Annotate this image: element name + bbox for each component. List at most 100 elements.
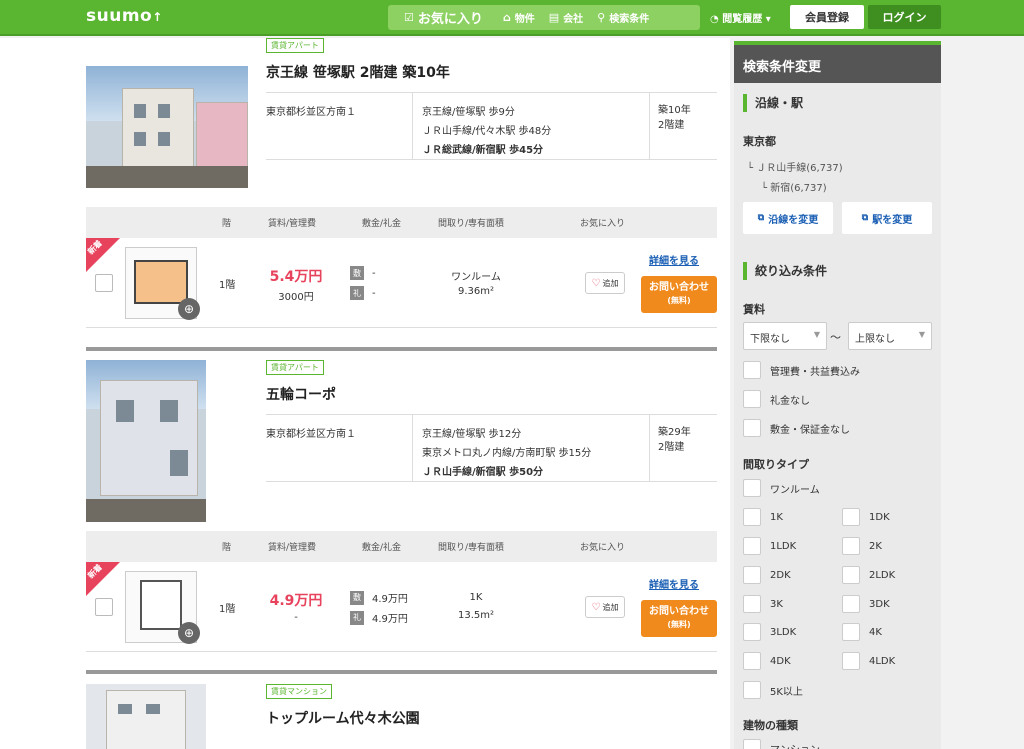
add-favorite-button[interactable]: ♡ 追加 xyxy=(585,596,625,618)
nav-favorites[interactable]: ☑ お気に入り xyxy=(404,8,483,27)
listing-divider xyxy=(86,347,717,351)
key-money: 礼- xyxy=(350,286,376,300)
view-details-link[interactable]: 詳細を見る xyxy=(649,576,699,591)
checkbox-layout-3dk[interactable]: 3DK xyxy=(842,595,890,613)
checkbox-layout-1dk[interactable]: 1DK xyxy=(842,508,890,526)
checkbox-layout-2dk[interactable]: 2DK xyxy=(743,566,791,584)
checkbox-layout-2k[interactable]: 2K xyxy=(842,537,882,555)
house-icon: ⌂ xyxy=(502,11,511,24)
checkbox-layout-4ldk[interactable]: 4LDK xyxy=(842,652,895,670)
register-button[interactable]: 会員登録 xyxy=(790,5,864,29)
prefecture-label: 東京都 xyxy=(743,135,776,148)
property-type-tag: 賃貸アパート xyxy=(266,38,324,53)
room-area: 13.5m² xyxy=(457,610,494,621)
rent-label: 賃料 xyxy=(743,303,765,316)
rent-min-select[interactable]: 下限なし ▼ xyxy=(743,322,827,350)
key-money: 礼 4.9万円 xyxy=(350,610,408,625)
room-floor: 1階 xyxy=(219,280,236,291)
listing-column: 賃貸アパート 京王線 笹塚駅 2階建 築10年 東京都杉並区方南１ 京王線/笹塚… xyxy=(0,38,730,749)
checkbox-layout-4dk[interactable]: 4DK xyxy=(743,652,791,670)
sidebar-heading: 検索条件変更 xyxy=(734,41,941,83)
room-checkbox[interactable] xyxy=(95,598,113,616)
add-favorite-button[interactable]: ♡ 追加 xyxy=(585,272,625,294)
room-row: 新着 ⊕ 1階 5.4万円 3000円 敷- 礼- ワンルーム 9.36m² ♡… xyxy=(86,238,717,328)
nav-companies[interactable]: ▤ 会社 xyxy=(549,10,583,25)
building-type-label: 建物の種類 xyxy=(743,719,798,732)
property-title[interactable]: トップルーム代々木公園 xyxy=(266,708,420,728)
checkbox-no-key-money[interactable]: 礼金なし xyxy=(743,390,810,408)
chevron-down-icon: ▼ xyxy=(918,330,925,339)
property-title[interactable]: 五輪コーポ xyxy=(266,384,336,404)
room-row: 新着 ⊕ 1階 4.9万円 - 敷 4.9万円 礼 4.9万円 1K 13.5m² … xyxy=(86,562,717,652)
building-age: 築29年 2階建 xyxy=(658,427,691,453)
rent-max-select[interactable]: 上限なし ▼ xyxy=(848,322,932,350)
room-checkbox[interactable] xyxy=(95,274,113,292)
property-info: 東京都杉並区方南１ 京王線/笹塚駅 歩12分 東京メトロ丸ノ内線/方南町駅 歩1… xyxy=(266,414,717,482)
search-icon: ⚲ xyxy=(597,11,606,24)
management-fee: - xyxy=(294,612,298,623)
favorite-list-icon: ☑ xyxy=(404,11,414,24)
nav-search-conditions[interactable]: ⚲ 検索条件 xyxy=(597,10,649,25)
external-link-icon: ⧉ xyxy=(757,213,765,223)
nav-properties[interactable]: ⌂ 物件 xyxy=(503,10,535,25)
inquiry-button[interactable]: お問い合わせ (無料) xyxy=(641,600,717,637)
section-line-station: 沿線・駅 xyxy=(743,94,803,112)
station-list: 京王線/笹塚駅 歩12分 東京メトロ丸ノ内線/方南町駅 歩15分 ＪＲ山手線/新… xyxy=(422,429,592,478)
clock-icon: ◔ xyxy=(710,14,719,25)
deposit: 敷- xyxy=(350,266,376,280)
section-filter: 絞り込み条件 xyxy=(743,262,827,280)
tree-station: └ 新宿(6,737) xyxy=(761,183,827,194)
property-photo[interactable] xyxy=(86,66,248,188)
property-address: 東京都杉並区方南１ xyxy=(266,429,356,440)
company-icon: ▤ xyxy=(548,11,560,24)
tree-line: └ ＪＲ山手線(6,737) xyxy=(747,163,843,174)
room-rent: 4.9万円 xyxy=(269,593,323,609)
external-link-icon: ⧉ xyxy=(861,213,869,223)
checkbox-layout-3ldk[interactable]: 3LDK xyxy=(743,623,796,641)
deposit: 敷 4.9万円 xyxy=(350,590,408,605)
change-line-button[interactable]: ⧉ 沿線を変更 xyxy=(743,202,833,234)
room-area: 9.36m² xyxy=(457,286,494,297)
logo-arrow-icon: ↑ xyxy=(152,10,163,24)
inquiry-button[interactable]: お問い合わせ (無料) xyxy=(641,276,717,313)
checkbox-layout-1k[interactable]: 1K xyxy=(743,508,783,526)
room-table-header: 階 賃料/管理費 敷金/礼金 間取り/専有面積 お気に入り xyxy=(86,531,717,562)
checkbox-layout-5k-plus[interactable]: 5K以上 xyxy=(743,681,803,699)
view-details-link[interactable]: 詳細を見る xyxy=(649,252,699,267)
tree-branch-icon: └ xyxy=(747,163,757,174)
property-type-tag: 賃貸マンション xyxy=(266,684,332,699)
property-type-tag: 賃貸アパート xyxy=(266,360,324,375)
room-layout: ワンルーム xyxy=(451,272,501,283)
suumo-logo[interactable]: suumo↑ xyxy=(86,6,163,26)
station-list: 京王線/笹塚駅 歩9分 ＪＲ山手線/代々木駅 歩48分 ＪＲ総武線/新宿駅 歩4… xyxy=(422,107,552,156)
zoom-icon[interactable]: ⊕ xyxy=(178,622,200,644)
main-nav: ☑ お気に入り ⌂ 物件 ▤ 会社 ⚲ 検索条件 xyxy=(388,5,700,30)
checkbox-layout-1ldk[interactable]: 1LDK xyxy=(743,537,796,555)
checkbox-layout-2ldk[interactable]: 2LDK xyxy=(842,566,895,584)
building-age: 築10年 2階建 xyxy=(658,105,691,131)
history-dropdown[interactable]: ◔ 閲覧履歴 ▾ xyxy=(710,10,771,25)
layout-type-label: 間取りタイプ xyxy=(743,458,809,471)
checkbox-no-deposit[interactable]: 敷金・保証金なし xyxy=(743,419,850,437)
heart-icon: ♡ xyxy=(591,277,601,289)
login-button[interactable]: ログイン xyxy=(868,5,941,29)
change-station-button[interactable]: ⧉ 駅を変更 xyxy=(842,202,932,234)
zoom-icon[interactable]: ⊕ xyxy=(178,298,200,320)
checkbox-building-mansion[interactable]: マンション xyxy=(743,739,820,749)
property-photo[interactable] xyxy=(86,360,206,522)
checkbox-layout-3k[interactable]: 3K xyxy=(743,595,783,613)
tree-branch-icon: └ xyxy=(761,183,771,194)
checkbox-management-fee[interactable]: 管理費・共益費込み xyxy=(743,361,860,379)
room-rent: 5.4万円 xyxy=(269,269,323,285)
search-sidebar: 検索条件変更 沿線・駅 東京都 └ ＪＲ山手線(6,737) └ 新宿(6,73… xyxy=(734,41,941,749)
room-floor: 1階 xyxy=(219,604,236,615)
chevron-down-icon: ▼ xyxy=(813,330,820,339)
checkbox-layout-4k[interactable]: 4K xyxy=(842,623,882,641)
property-title[interactable]: 京王線 笹塚駅 2階建 築10年 xyxy=(266,62,450,82)
property-info: 東京都杉並区方南１ 京王線/笹塚駅 歩9分 ＪＲ山手線/代々木駅 歩48分 ＪＲ… xyxy=(266,92,717,160)
management-fee: 3000円 xyxy=(278,292,314,303)
listing-divider xyxy=(86,670,717,674)
checkbox-layout-1room[interactable]: ワンルーム xyxy=(743,479,820,497)
property-photo[interactable] xyxy=(86,684,206,749)
range-tilde: ～ xyxy=(830,331,841,344)
